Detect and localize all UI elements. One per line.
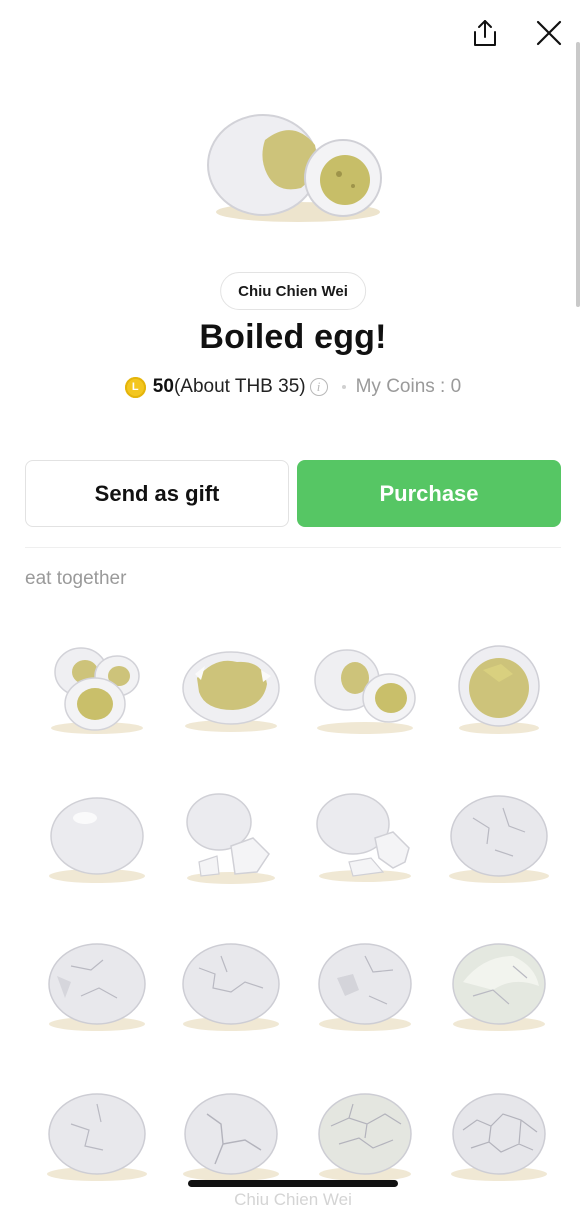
sticker-item[interactable] — [298, 908, 432, 1056]
halved-egg-with-whole-image — [314, 649, 416, 734]
divider — [25, 547, 561, 548]
sticker-item[interactable] — [432, 908, 566, 1056]
cracked-egg-mosaic-image — [318, 1093, 412, 1181]
price-row: L 50 (About THB 35) i My Coins : 0 — [0, 376, 586, 398]
sticker-item[interactable] — [432, 1056, 566, 1204]
cracked-egg-dent-image — [48, 943, 146, 1031]
crumbled-yolk-egg-image — [182, 651, 280, 732]
sticker-item[interactable] — [30, 612, 164, 760]
sticker-item[interactable] — [164, 760, 298, 908]
cracked-egg-split-image — [183, 1093, 279, 1181]
sticker-item[interactable] — [298, 760, 432, 908]
cracked-egg-large-image — [47, 1093, 147, 1181]
split-egg-open-image — [458, 645, 540, 734]
half-peeled-egg-image — [452, 943, 546, 1031]
price-amount: 50 — [152, 376, 174, 397]
sticker-grid — [30, 612, 566, 1204]
egg-with-shell-pieces-image — [186, 793, 275, 884]
cracked-egg-lines-image — [182, 943, 280, 1031]
sticker-item[interactable] — [164, 908, 298, 1056]
line-coin-icon: L — [124, 376, 146, 398]
cracked-egg-image — [449, 795, 549, 883]
send-as-gift-button[interactable]: Send as gift — [25, 460, 289, 527]
sticker-title: Boiled egg! — [199, 318, 387, 356]
separator-dot — [341, 385, 346, 389]
sticker-main-image — [203, 100, 383, 230]
purchase-button[interactable]: Purchase — [297, 460, 561, 527]
section-title: eat together — [25, 568, 127, 589]
more-by-creator-label: Chiu Chien Wei — [234, 1190, 352, 1209]
share-icon[interactable] — [470, 18, 500, 48]
two-halved-eggs-image — [51, 647, 143, 734]
egg-with-shell-pile-image — [316, 793, 411, 882]
shattered-shell-egg-image — [451, 1093, 547, 1181]
whole-egg-image — [49, 797, 145, 883]
price-approx: (About THB 35) — [173, 376, 306, 397]
sticker-item[interactable] — [30, 1056, 164, 1204]
info-icon[interactable]: i — [309, 378, 328, 396]
home-indicator[interactable] — [188, 1180, 398, 1187]
creator-name-button[interactable]: Chiu Chien Wei — [220, 272, 366, 310]
sticker-item[interactable] — [30, 760, 164, 908]
scroll-indicator[interactable] — [576, 42, 580, 307]
sticker-item[interactable] — [432, 612, 566, 760]
cracked-egg-broken-image — [318, 943, 412, 1031]
sticker-item[interactable] — [298, 612, 432, 760]
header-actions — [470, 18, 564, 48]
my-coins-balance: My Coins : 0 — [355, 376, 462, 397]
close-icon[interactable] — [534, 18, 564, 48]
sticker-item[interactable] — [432, 760, 566, 908]
sticker-item[interactable] — [164, 612, 298, 760]
sticker-item[interactable] — [30, 908, 164, 1056]
